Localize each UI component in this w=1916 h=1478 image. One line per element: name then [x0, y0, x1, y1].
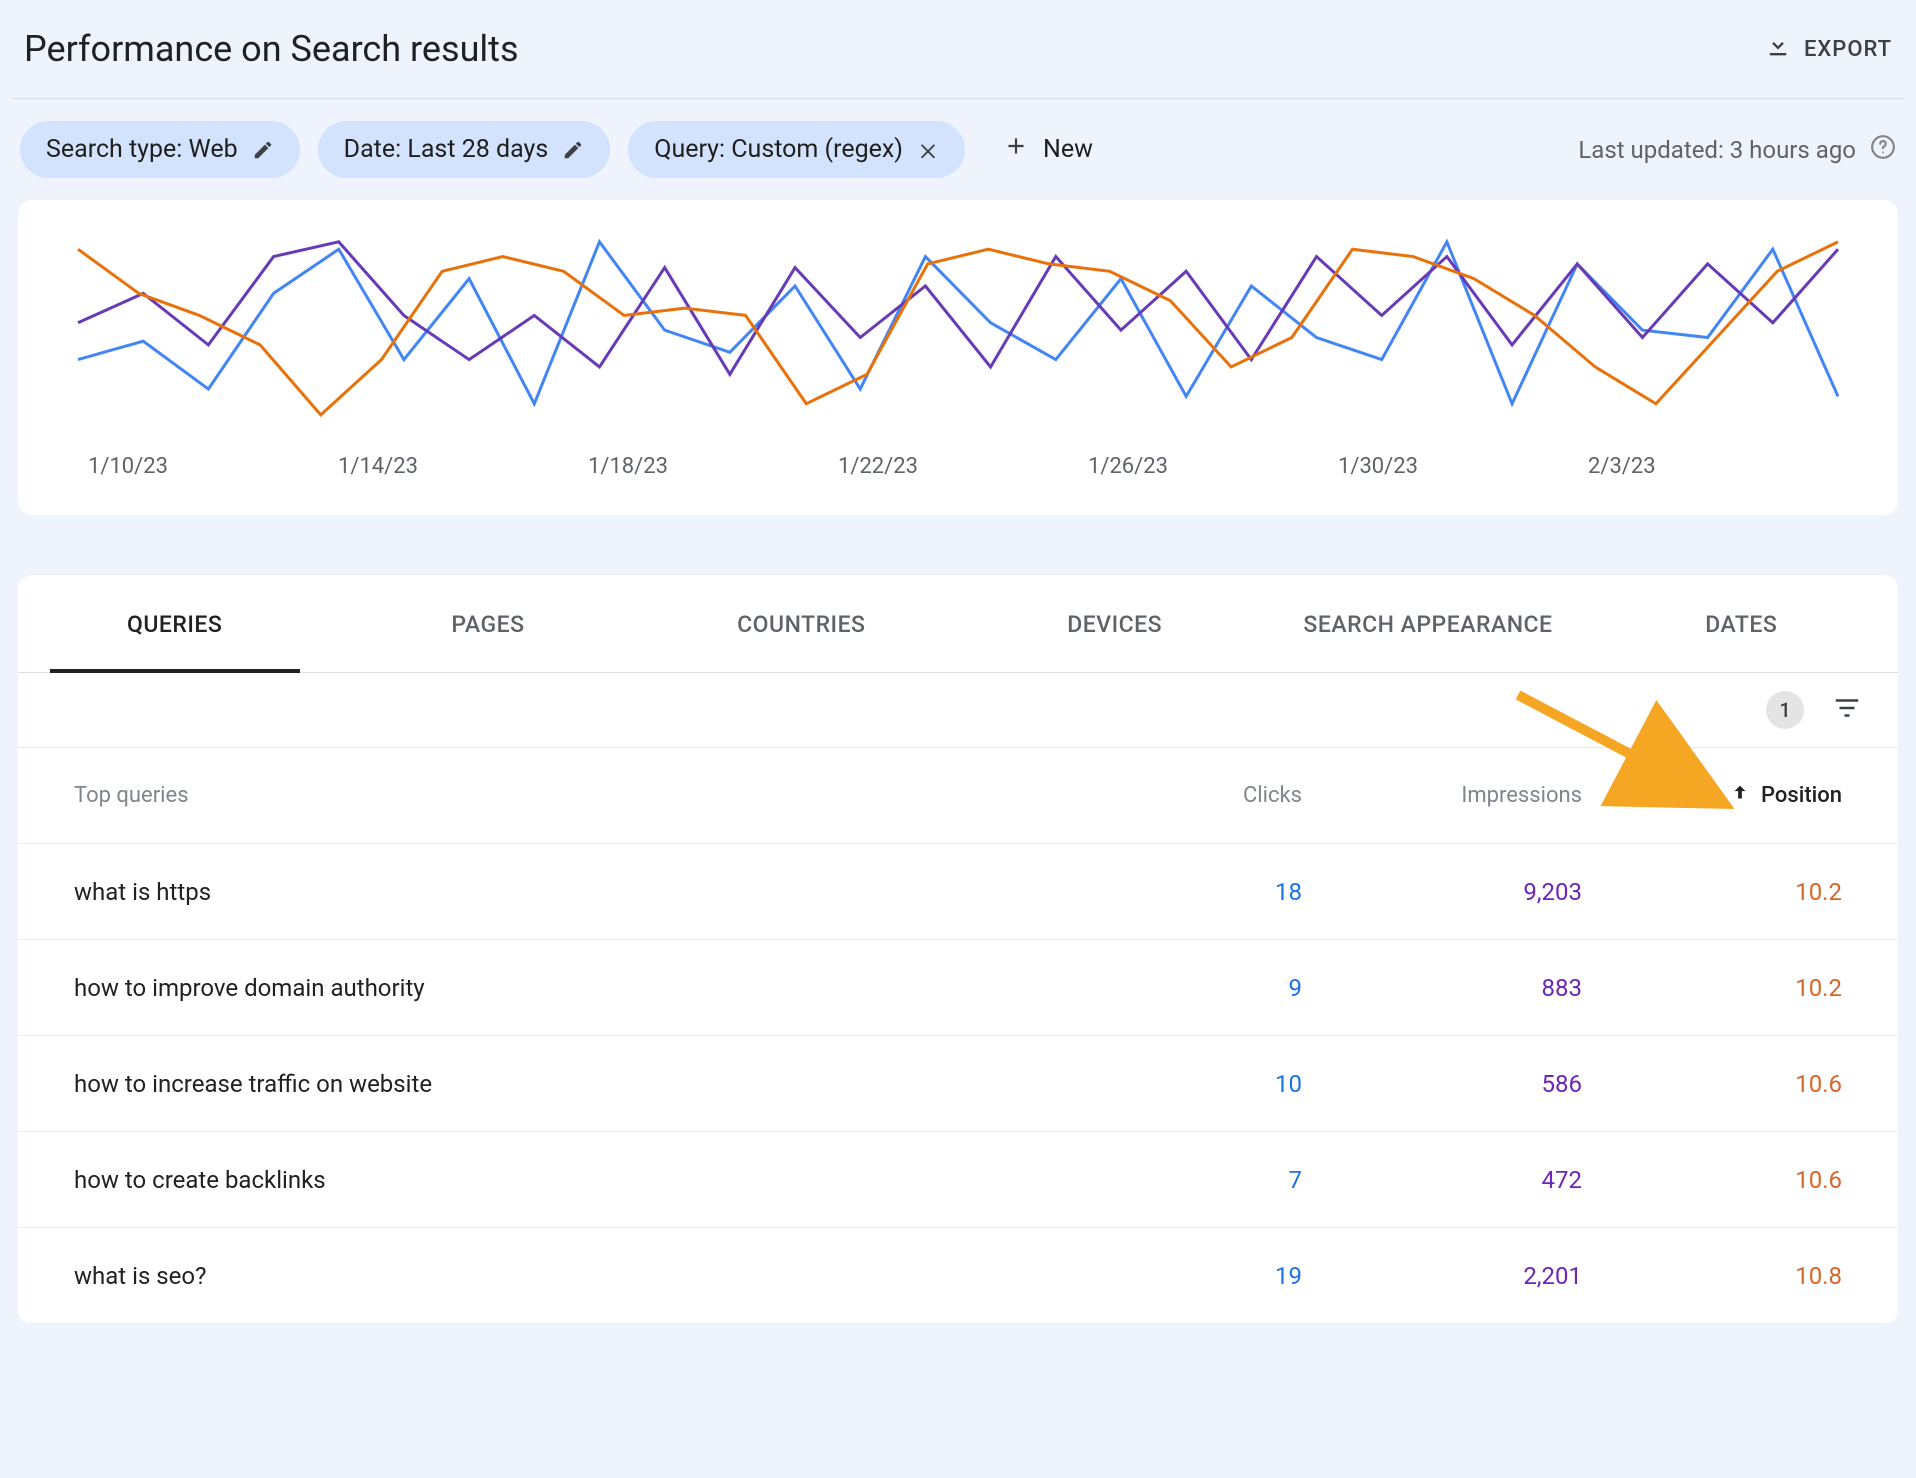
filter-chip-date[interactable]: Date: Last 28 days	[318, 121, 611, 178]
column-header-clicks[interactable]: Clicks	[1082, 783, 1302, 808]
cell-clicks: 10	[1082, 1070, 1302, 1098]
cell-query: what is seo?	[74, 1262, 1082, 1290]
filter-chip-label: Query: Custom (regex)	[654, 135, 903, 164]
tab-countries[interactable]: COUNTRIES	[645, 575, 958, 672]
x-tick: 1/18/23	[588, 454, 838, 479]
cell-position: 10.8	[1582, 1262, 1842, 1290]
help-icon[interactable]	[1870, 134, 1896, 166]
cell-clicks: 19	[1082, 1262, 1302, 1290]
edit-icon	[252, 139, 274, 161]
cell-query: how to increase traffic on website	[74, 1070, 1082, 1098]
sort-ascending-icon	[1729, 782, 1751, 810]
x-tick: 1/14/23	[338, 454, 588, 479]
cell-impressions: 883	[1302, 974, 1582, 1002]
filter-chip-search-type[interactable]: Search type: Web	[20, 121, 300, 178]
chart-x-axis: 1/10/231/14/231/18/231/22/231/26/231/30/…	[18, 430, 1898, 479]
table-tabs: QUERIESPAGESCOUNTRIESDEVICESSEARCH APPEA…	[18, 575, 1898, 673]
table-header-row: Top queries Clicks Impressions Position	[18, 748, 1898, 844]
last-updated: Last updated: 3 hours ago	[1578, 134, 1896, 166]
tab-search-appearance[interactable]: SEARCH APPEARANCE	[1271, 575, 1584, 672]
export-button[interactable]: EXPORT	[1764, 32, 1892, 66]
column-header-position[interactable]: Position	[1582, 782, 1842, 810]
queries-table-card: QUERIESPAGESCOUNTRIESDEVICESSEARCH APPEA…	[18, 575, 1898, 1324]
filter-chip-label: Date: Last 28 days	[344, 135, 549, 164]
x-tick: 1/26/23	[1088, 454, 1338, 479]
cell-position: 10.6	[1582, 1166, 1842, 1194]
table-row[interactable]: what is seo?192,20110.8	[18, 1228, 1898, 1324]
filter-icon[interactable]	[1832, 693, 1862, 727]
column-header-impressions[interactable]: Impressions	[1302, 783, 1582, 808]
cell-impressions: 2,201	[1302, 1262, 1582, 1290]
cell-position: 10.2	[1582, 974, 1842, 1002]
cell-position: 10.6	[1582, 1070, 1842, 1098]
cell-clicks: 7	[1082, 1166, 1302, 1194]
column-header-queries[interactable]: Top queries	[74, 783, 1082, 808]
x-tick: 1/30/23	[1338, 454, 1588, 479]
x-tick: 2/3/23	[1588, 454, 1838, 479]
cell-impressions: 9,203	[1302, 878, 1582, 906]
download-icon	[1764, 32, 1792, 66]
performance-chart	[18, 200, 1898, 430]
add-filter-button[interactable]: New	[983, 119, 1113, 180]
filter-chip-query[interactable]: Query: Custom (regex)	[628, 121, 965, 178]
tab-devices[interactable]: DEVICES	[958, 575, 1271, 672]
close-icon[interactable]	[917, 139, 939, 161]
export-label: EXPORT	[1804, 37, 1892, 62]
x-tick: 1/10/23	[88, 454, 338, 479]
tab-pages[interactable]: PAGES	[331, 575, 644, 672]
edit-icon	[562, 139, 584, 161]
cell-position: 10.2	[1582, 878, 1842, 906]
table-row[interactable]: how to increase traffic on website105861…	[18, 1036, 1898, 1132]
performance-chart-card: 1/10/231/14/231/18/231/22/231/26/231/30/…	[18, 200, 1898, 515]
table-row[interactable]: what is https189,20310.2	[18, 844, 1898, 940]
chart-series-impressions	[78, 242, 1838, 374]
add-filter-label: New	[1043, 135, 1093, 164]
x-tick: 1/22/23	[838, 454, 1088, 479]
cell-query: what is https	[74, 878, 1082, 906]
tab-dates[interactable]: DATES	[1585, 575, 1898, 672]
plus-icon	[1003, 133, 1029, 166]
page-title: Performance on Search results	[24, 28, 519, 70]
cell-query: how to improve domain authority	[74, 974, 1082, 1002]
filter-count-badge[interactable]: 1	[1766, 691, 1804, 729]
cell-clicks: 18	[1082, 878, 1302, 906]
table-row[interactable]: how to improve domain authority988310.2	[18, 940, 1898, 1036]
cell-impressions: 586	[1302, 1070, 1582, 1098]
cell-query: how to create backlinks	[74, 1166, 1082, 1194]
last-updated-text: Last updated: 3 hours ago	[1578, 136, 1856, 164]
filter-chip-label: Search type: Web	[46, 135, 238, 164]
cell-impressions: 472	[1302, 1166, 1582, 1194]
cell-clicks: 9	[1082, 974, 1302, 1002]
table-row[interactable]: how to create backlinks747210.6	[18, 1132, 1898, 1228]
column-header-position-label: Position	[1761, 783, 1842, 808]
tab-queries[interactable]: QUERIES	[18, 575, 331, 672]
